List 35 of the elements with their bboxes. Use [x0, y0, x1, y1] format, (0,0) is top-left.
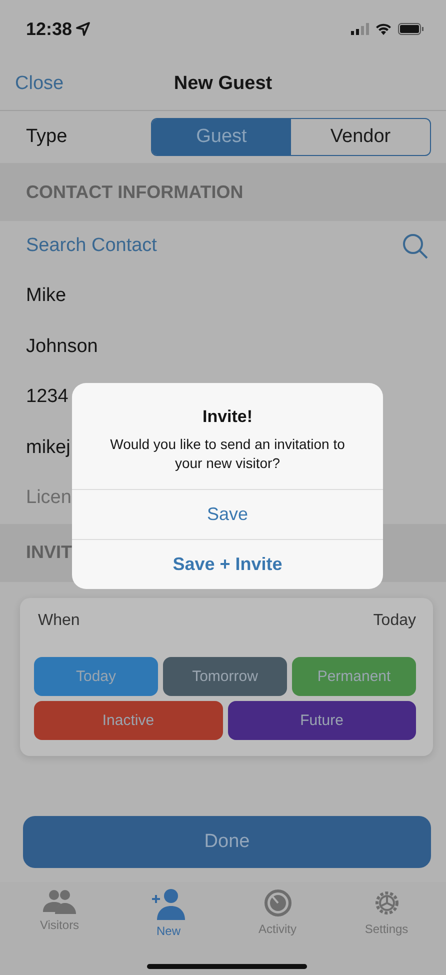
when-option-button[interactable]: Permanent — [292, 656, 416, 696]
people-icon — [42, 888, 76, 914]
clock-time: 12:38 — [26, 18, 72, 40]
input-field[interactable]: Mike — [0, 271, 446, 322]
search-contact-link[interactable]: Search Contact — [26, 235, 157, 257]
wifi-icon — [375, 23, 392, 35]
screen-title: New Guest — [174, 73, 272, 94]
close-button[interactable]: Close — [15, 73, 64, 95]
tab-bar-item[interactable]: Activity — [223, 882, 332, 975]
timer-icon — [262, 888, 292, 918]
when-option-button[interactable]: Inactive — [34, 700, 222, 740]
dialog-message: Would you like to send an invitation to your new visitor? — [109, 435, 346, 473]
when-value: Today — [373, 612, 416, 630]
signal-icon — [351, 23, 369, 35]
location-icon — [76, 22, 90, 36]
when-option-button[interactable]: Future — [228, 700, 416, 740]
type-segment[interactable]: Vendor — [291, 119, 430, 155]
when-option-button[interactable]: Today — [34, 656, 158, 696]
type-label: Type — [26, 126, 68, 148]
add-person-icon — [152, 888, 186, 920]
search-icon[interactable] — [402, 233, 428, 259]
section-header: INVIT — [26, 542, 72, 563]
dialog-action-button[interactable]: Save — [72, 489, 383, 539]
battery-icon — [398, 23, 424, 35]
tab-bar-item[interactable]: Visitors — [5, 882, 114, 975]
when-label: When — [38, 612, 80, 630]
when-option-button[interactable]: Tomorrow — [163, 656, 287, 696]
tab-bar-item[interactable]: New — [114, 882, 223, 975]
done-button[interactable]: Done — [23, 816, 431, 868]
dialog-title: Invite! — [201, 407, 254, 427]
type-segment[interactable]: Guest — [152, 119, 291, 155]
input-field[interactable]: Johnson — [0, 322, 446, 372]
tab-bar-item[interactable]: Settings — [332, 882, 441, 975]
dialog-action-button[interactable]: Save + Invite — [72, 539, 383, 589]
section-header: CONTACT INFORMATION — [26, 182, 244, 202]
